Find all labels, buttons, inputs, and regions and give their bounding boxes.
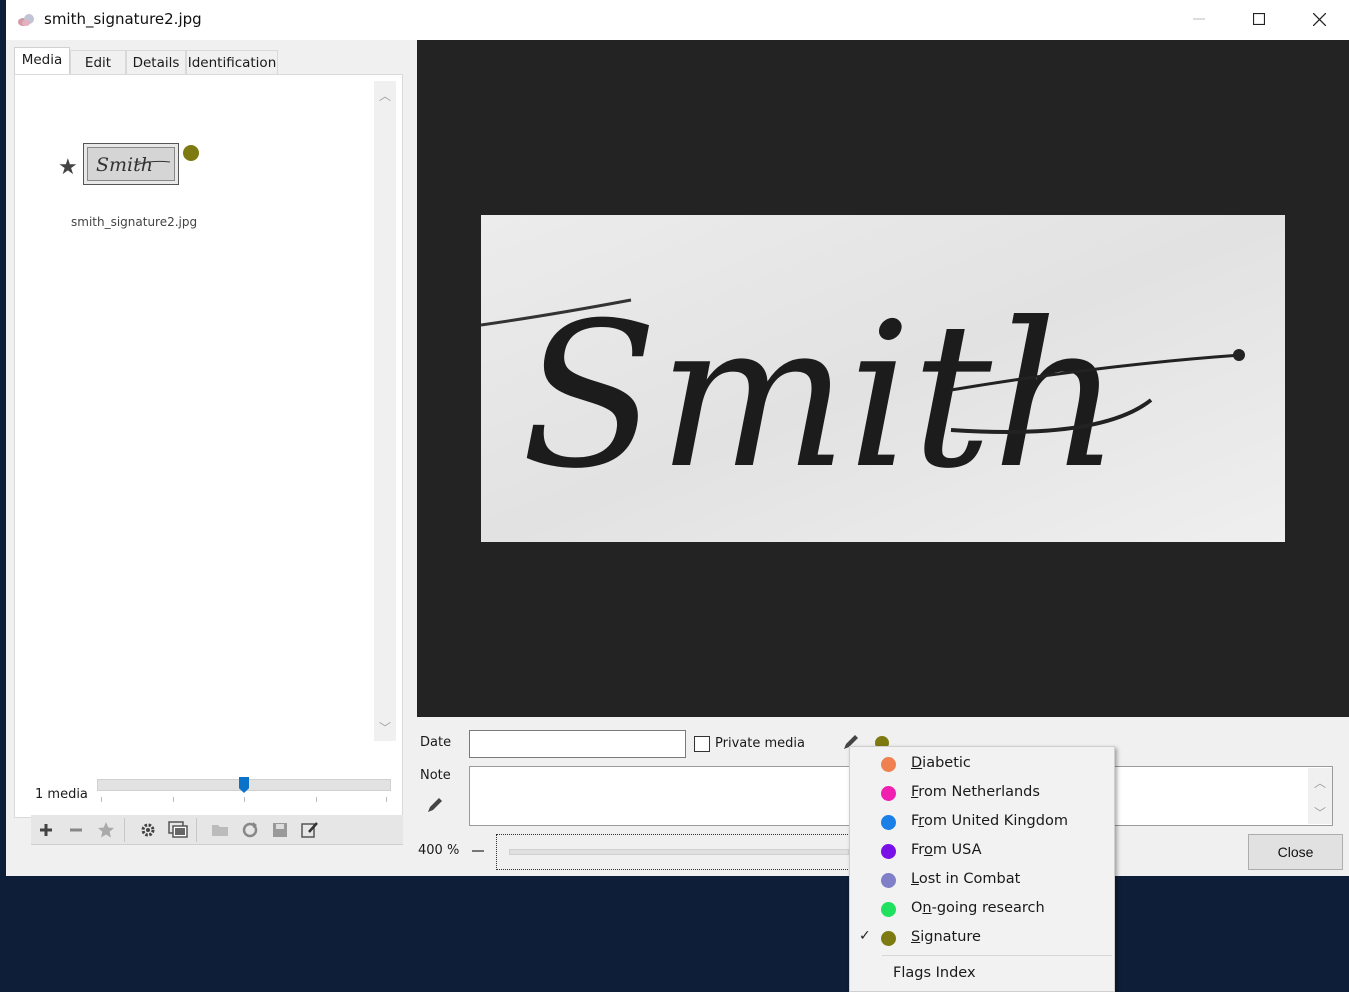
refresh-button[interactable]: [237, 819, 263, 841]
date-input[interactable]: [469, 730, 686, 758]
slider-ticks: [101, 797, 387, 803]
image-viewer[interactable]: Smith: [417, 40, 1349, 717]
media-toolbar: [31, 815, 403, 845]
menu-item-flags-index[interactable]: Flags Index: [893, 965, 976, 981]
star-icon: [98, 822, 114, 838]
maximize-icon: [1253, 13, 1265, 25]
menu-item-diabetic[interactable]: Diabetic: [850, 749, 1114, 778]
flag-dot: [881, 873, 896, 888]
flag-dot: [881, 786, 896, 801]
maximize-button[interactable]: [1230, 0, 1288, 38]
media-tab-panel: ★ Smith smith_signature2.jpg ︿ ﹀ 1 media: [14, 74, 403, 845]
tab-identification[interactable]: Identification: [186, 50, 278, 74]
menu-separator: [882, 955, 1112, 956]
thumbnail-image: Smith: [87, 147, 175, 181]
gear-icon: [141, 823, 155, 837]
slideshow-icon: [168, 821, 188, 838]
flag-dot: [881, 902, 896, 917]
checkmark-icon: ✓: [859, 928, 871, 944]
flag-dot: [881, 757, 896, 772]
save-icon: [273, 823, 287, 837]
media-list-scrollbar[interactable]: ︿ ﹀: [374, 81, 396, 741]
edit-note-icon[interactable]: [426, 796, 444, 814]
media-list[interactable]: ★ Smith smith_signature2.jpg: [21, 81, 373, 709]
edit-icon: [301, 822, 318, 838]
flag-dot: [881, 815, 896, 830]
zoom-slider[interactable]: [496, 834, 856, 870]
note-label: Note: [420, 768, 451, 783]
close-icon: [1312, 12, 1326, 26]
add-icon: [40, 824, 52, 836]
title-bar[interactable]: smith_signature2.jpg: [6, 0, 1349, 40]
close-window-button[interactable]: [1290, 0, 1348, 38]
media-thumbnail[interactable]: Smith: [83, 143, 179, 185]
flag-dot: [881, 931, 896, 946]
remove-media-button[interactable]: [63, 819, 89, 841]
close-button[interactable]: Close: [1248, 834, 1343, 870]
note-scroll-down-icon[interactable]: ﹀: [1308, 802, 1332, 822]
zoom-level: 400 %: [418, 843, 460, 858]
zoom-out-icon[interactable]: [472, 850, 484, 852]
scroll-down-icon[interactable]: ﹀: [374, 717, 396, 737]
set-primary-button[interactable]: [93, 819, 119, 841]
folder-icon: [212, 825, 228, 836]
refresh-icon: [242, 822, 258, 838]
window-title: smith_signature2.jpg: [44, 10, 202, 28]
open-folder-button[interactable]: [207, 819, 233, 841]
tab-media[interactable]: Media: [14, 47, 70, 75]
menu-item-from-netherlands[interactable]: From Netherlands: [850, 778, 1114, 807]
scroll-up-icon[interactable]: ︿: [374, 85, 396, 105]
private-media-checkbox[interactable]: [694, 736, 710, 752]
add-media-button[interactable]: [33, 819, 59, 841]
flags-menu: Diabetic From Netherlands From United Ki…: [849, 746, 1115, 992]
signature-text: Smith: [521, 280, 1121, 513]
media-window: smith_signature2.jpg Media Edit Details …: [6, 0, 1349, 876]
save-button[interactable]: [267, 819, 293, 841]
menu-item-from-united-kingdom[interactable]: From United Kingdom: [850, 807, 1114, 836]
edit-externally-button[interactable]: [297, 819, 323, 841]
flag-dot: [881, 844, 896, 859]
menu-item-on-going-research[interactable]: On-going research: [850, 894, 1114, 923]
minimize-button[interactable]: [1170, 0, 1228, 38]
media-count: 1 media: [35, 787, 88, 802]
minimize-icon: [1193, 18, 1205, 20]
date-label: Date: [420, 735, 452, 750]
thumbnail-signature-text: Smith: [96, 154, 153, 176]
menu-item-from-usa[interactable]: From USA: [850, 836, 1114, 865]
flag-indicator-dot: [183, 145, 199, 161]
note-scroll-up-icon[interactable]: ︿: [1308, 772, 1332, 792]
menu-item-signature[interactable]: ✓ Signature: [850, 923, 1114, 952]
menu-item-lost-in-combat[interactable]: Lost in Combat: [850, 865, 1114, 894]
remove-icon: [70, 828, 82, 832]
signature-image: Smith: [480, 215, 1285, 542]
app-icon: [18, 14, 34, 26]
settings-button[interactable]: [135, 819, 161, 841]
star-icon[interactable]: ★: [58, 155, 78, 180]
media-filename: smith_signature2.jpg: [71, 215, 198, 229]
private-media-label: Private media: [715, 736, 805, 751]
tab-details[interactable]: Details: [126, 50, 186, 74]
slideshow-button[interactable]: [165, 819, 191, 841]
left-panel: Media Edit Details Identification ★ Smit…: [6, 40, 417, 845]
note-scrollbar[interactable]: ︿ ﹀: [1308, 768, 1332, 824]
tab-edit[interactable]: Edit: [70, 50, 126, 74]
